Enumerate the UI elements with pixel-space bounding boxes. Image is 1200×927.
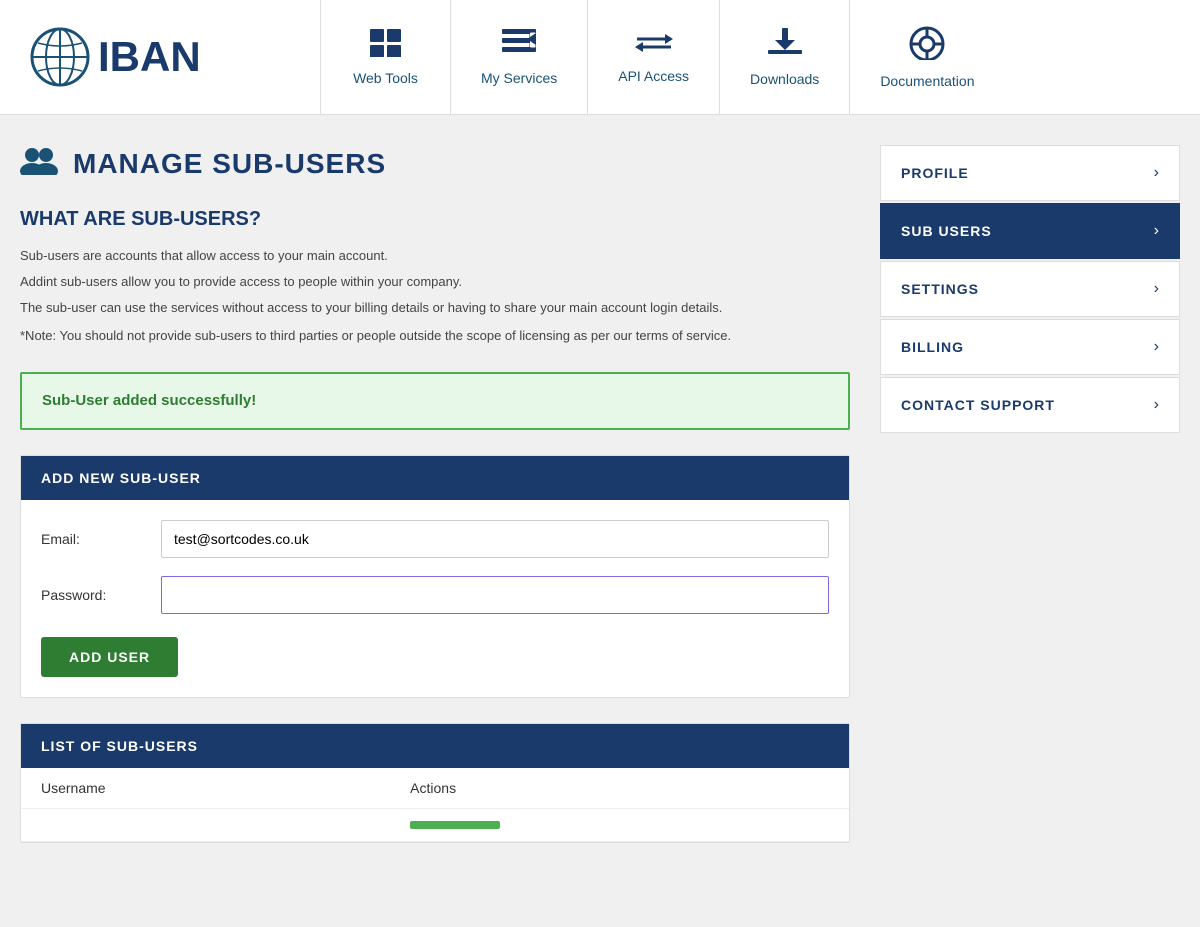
sidebar-label-settings: SETTINGS [901, 281, 979, 297]
sidebar-item-billing[interactable]: BILLING › [880, 319, 1180, 375]
nav-item-api-access[interactable]: API Access [587, 0, 719, 114]
api-access-icon [635, 30, 673, 62]
nav-item-documentation[interactable]: Documentation [849, 0, 1004, 114]
nav-item-my-services[interactable]: My Services [450, 0, 587, 114]
note-text: *Note: You should not provide sub-users … [20, 326, 850, 347]
main-content: MANAGE SUB-USERS WHAT ARE SUB-USERS? Sub… [0, 115, 1200, 873]
nav-label-downloads: Downloads [750, 71, 819, 87]
nav-label-web-tools: Web Tools [353, 70, 418, 86]
sidebar-label-billing: BILLING [901, 339, 964, 355]
table-row [21, 809, 849, 842]
sidebar-item-profile[interactable]: PROFILE › [880, 145, 1180, 201]
success-message: Sub-User added successfully! [42, 392, 256, 409]
sidebar-item-sub-users[interactable]: SUB USERS › [880, 203, 1180, 259]
password-row: Password: [41, 576, 829, 614]
logo-text: IBAN [98, 33, 201, 81]
main-nav: Web Tools My Services [320, 0, 1200, 114]
globe-icon [30, 27, 90, 87]
sidebar-label-contact-support: CONTACT SUPPORT [901, 397, 1055, 413]
chevron-right-icon-settings: › [1154, 280, 1159, 298]
list-card-header: LIST OF SUB-USERS [21, 724, 849, 768]
chevron-right-icon-profile: › [1154, 164, 1159, 182]
nav-item-web-tools[interactable]: Web Tools [320, 0, 450, 114]
chevron-right-icon-contact-support: › [1154, 396, 1159, 414]
header: IBAN Web Tools [0, 0, 1200, 115]
sub-users-table: Username Actions [21, 768, 849, 842]
sidebar: PROFILE › SUB USERS › SETTINGS › BILLING… [880, 145, 1180, 843]
actions-cell [390, 809, 849, 842]
password-label: Password: [41, 587, 161, 603]
success-banner: Sub-User added successfully! [20, 372, 850, 430]
section-heading: WHAT ARE SUB-USERS? [20, 208, 850, 231]
sidebar-item-settings[interactable]: SETTINGS › [880, 261, 1180, 317]
action-bar [410, 821, 500, 829]
desc-1: Sub-users are accounts that allow access… [20, 246, 850, 267]
nav-label-documentation: Documentation [880, 73, 974, 89]
desc-3: The sub-user can use the services withou… [20, 298, 850, 319]
add-user-card-header: ADD NEW SUB-USER [21, 456, 849, 500]
nav-label-my-services: My Services [481, 70, 557, 86]
password-input[interactable] [161, 576, 829, 614]
downloads-icon [768, 28, 802, 65]
page-title-row: MANAGE SUB-USERS [20, 145, 850, 183]
sidebar-label-sub-users: SUB USERS [901, 223, 992, 239]
sidebar-label-profile: PROFILE [901, 165, 969, 181]
sidebar-item-contact-support[interactable]: CONTACT SUPPORT › [880, 377, 1180, 433]
email-input[interactable] [161, 520, 829, 558]
col-actions: Actions [390, 768, 849, 809]
desc-2: Addint sub-users allow you to provide ac… [20, 272, 850, 293]
documentation-icon [909, 26, 945, 67]
chevron-right-icon-sub-users: › [1154, 222, 1159, 240]
logo-area: IBAN [0, 27, 320, 87]
add-user-form-body: Email: Password: ADD USER [21, 500, 849, 697]
sub-users-list-card: LIST OF SUB-USERS Username Actions [20, 723, 850, 843]
add-user-button[interactable]: ADD USER [41, 637, 178, 677]
page-title: MANAGE SUB-USERS [73, 148, 386, 180]
email-label: Email: [41, 531, 161, 547]
add-user-card: ADD NEW SUB-USER Email: Password: ADD US… [20, 455, 850, 698]
username-cell [21, 809, 390, 842]
nav-item-downloads[interactable]: Downloads [719, 0, 849, 114]
email-row: Email: [41, 520, 829, 558]
nav-label-api-access: API Access [618, 68, 689, 84]
web-tools-icon [370, 29, 402, 64]
users-icon [20, 145, 58, 183]
content-area: MANAGE SUB-USERS WHAT ARE SUB-USERS? Sub… [20, 145, 850, 843]
my-services-icon [502, 29, 536, 64]
col-username: Username [21, 768, 390, 809]
chevron-right-icon-billing: › [1154, 338, 1159, 356]
